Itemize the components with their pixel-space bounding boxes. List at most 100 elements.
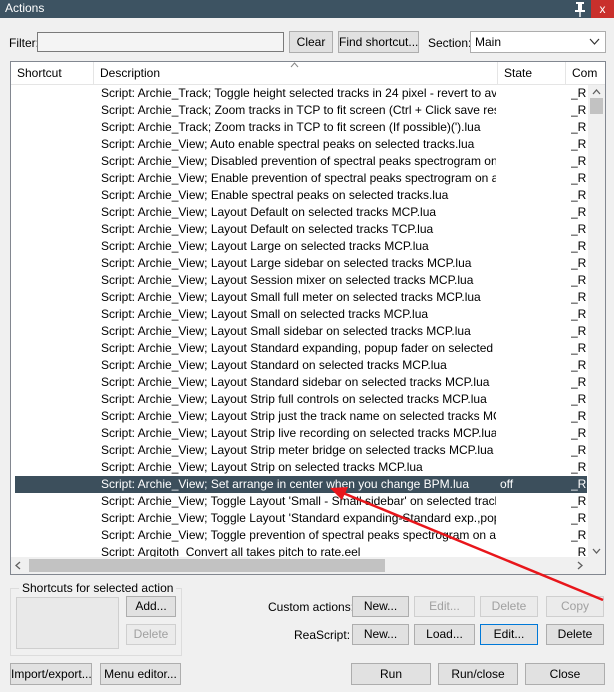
row-command-id: _RS [571,307,587,321]
table-row[interactable]: Script: Archie_View; Layout Strip on sel… [15,459,587,476]
table-row[interactable]: Script: Archie_View; Layout Standard on … [15,357,587,374]
custom-new-button[interactable]: New... [352,596,409,617]
table-row[interactable]: Script: Archie_View; Layout Strip full c… [15,391,587,408]
table-row[interactable]: Script: Archie_View; Layout Standard sid… [15,374,587,391]
row-description: Script: Archie_View; Auto enable spectra… [101,137,475,151]
reascript-delete-button[interactable]: Delete [546,624,604,645]
row-description: Script: Archie_View; Layout Strip meter … [101,443,494,457]
horizontal-scroll-thumb[interactable] [29,559,385,572]
pin-icon[interactable] [573,1,587,17]
row-state: off [500,477,514,491]
scroll-left-icon[interactable] [15,561,21,570]
action-rows: Script: Archie_Track; Toggle height sele… [15,85,587,561]
table-row[interactable]: Script: Archie_View; Layout Strip live r… [15,425,587,442]
row-description: Script: Archie_View; Enable spectral pea… [101,188,449,202]
table-row[interactable]: Script: Archie_View; Enable prevention o… [15,170,587,187]
table-row[interactable]: Script: Archie_View; Layout Small full m… [15,289,587,306]
row-command-id: _RS [571,409,587,423]
table-row[interactable]: Script: Archie_View; Auto enable spectra… [15,136,587,153]
table-row[interactable]: Script: Archie_View; Layout Large on sel… [15,238,587,255]
run-button[interactable]: Run [351,663,431,685]
table-row-selected[interactable]: Script: Archie_View; Set arrange in cent… [15,476,587,493]
vertical-scrollbar[interactable] [588,85,605,561]
list-header: Shortcut Description State Com [11,62,605,85]
row-command-id: _RS [571,256,587,270]
vertical-scroll-thumb[interactable] [590,98,603,114]
row-command-id: _RS [571,290,587,304]
table-row[interactable]: Script: Archie_Track; Zoom tracks in TCP… [15,102,587,119]
row-command-id: _RS [571,375,587,389]
table-row[interactable]: Script: Archie_View; Toggle Layout 'Stan… [15,510,587,527]
row-description: Script: Archie_View; Layout Session mixe… [101,273,474,287]
table-row[interactable]: Script: Archie_View; Toggle prevention o… [15,527,587,544]
actions-list[interactable]: Shortcut Description State Com Script: A… [10,61,606,575]
section-select[interactable]: Main [470,31,606,53]
find-shortcut-button[interactable]: Find shortcut... [338,31,419,53]
row-description: Script: Archie_View; Layout Large sideba… [101,256,472,270]
row-description: Script: Archie_View; Layout Strip full c… [101,392,487,406]
table-row[interactable]: Script: Archie_View; Toggle Layout 'Smal… [15,493,587,510]
shortcuts-listbox[interactable] [16,597,119,649]
row-description: Script: Archie_View; Layout Small on sel… [101,307,429,321]
row-description: Script: Archie_View; Layout Strip live r… [101,426,496,440]
row-description: Script: Archie_View; Toggle Layout 'Smal… [101,494,496,508]
column-header-shortcut[interactable]: Shortcut [11,62,94,84]
import-export-button[interactable]: Import/export... [10,663,92,685]
shortcuts-group-label: Shortcuts for selected action [19,581,177,595]
row-command-id: _RS [571,273,587,287]
table-row[interactable]: Script: Archie_View; Enable spectral pea… [15,187,587,204]
row-description: Script: Archie_View; Layout Default on s… [101,222,434,236]
close-window-button[interactable]: x [591,0,614,18]
table-row[interactable]: Script: Archie_View; Layout Default on s… [15,221,587,238]
scroll-right-icon[interactable] [577,561,583,570]
scroll-down-icon[interactable] [592,548,601,554]
menu-editor-button[interactable]: Menu editor... [100,663,181,685]
row-description: Script: Archie_View; Set arrange in cent… [101,477,469,491]
table-row[interactable]: Script: Archie_View; Layout Small on sel… [15,306,587,323]
row-description: Script: Archie_View; Layout Small full m… [101,290,481,304]
reascript-load-button[interactable]: Load... [414,624,475,645]
row-command-id: _RS [571,358,587,372]
sort-ascending-icon [290,62,299,68]
table-row[interactable]: Script: Archie_View; Layout Standard exp… [15,340,587,357]
row-command-id: _RS [571,477,587,491]
add-shortcut-button[interactable]: Add... [126,596,176,617]
row-command-id: _RS [571,511,587,525]
chevron-down-icon [589,38,600,45]
table-row[interactable]: Script: Archie_Track; Toggle height sele… [15,85,587,102]
section-value: Main [475,35,502,49]
custom-copy-button[interactable]: Copy [546,596,604,617]
filter-input[interactable] [37,32,284,52]
table-row[interactable]: Script: Archie_View; Layout Small sideba… [15,323,587,340]
row-command-id: _RS [571,137,587,151]
row-command-id: _RS [571,171,587,185]
run-close-button[interactable]: Run/close [438,663,518,685]
row-command-id: _RS [571,528,587,542]
row-description: Script: Archie_View; Disabled prevention… [101,154,496,168]
row-description: Script: Archie_View; Toggle prevention o… [101,528,496,542]
table-row[interactable]: Script: Archie_View; Layout Strip meter … [15,442,587,459]
column-header-command[interactable]: Com [566,62,605,84]
custom-edit-button[interactable]: Edit... [414,596,475,617]
table-row[interactable]: Script: Archie_Track; Zoom tracks in TCP… [15,119,587,136]
close-icon: x [599,2,606,16]
column-header-state[interactable]: State [498,62,566,84]
horizontal-scrollbar[interactable] [11,557,588,574]
table-row[interactable]: Script: Archie_View; Layout Default on s… [15,204,587,221]
table-row[interactable]: Script: Archie_View; Layout Strip just t… [15,408,587,425]
shortcuts-group: Shortcuts for selected action Add... Del… [10,581,182,656]
close-button[interactable]: Close [525,663,605,685]
custom-actions-label: Custom actions: [268,600,355,614]
reascript-edit-button[interactable]: Edit... [480,624,538,645]
reascript-new-button[interactable]: New... [352,624,409,645]
row-description: Script: Archie_View; Layout Large on sel… [101,239,429,253]
row-command-id: _RS [571,341,587,355]
delete-shortcut-button[interactable]: Delete [126,624,176,645]
table-row[interactable]: Script: Archie_View; Disabled prevention… [15,153,587,170]
table-row[interactable]: Script: Archie_View; Layout Session mixe… [15,272,587,289]
title-bar: Actions x [0,0,614,18]
table-row[interactable]: Script: Archie_View; Layout Large sideba… [15,255,587,272]
clear-button[interactable]: Clear [289,31,333,53]
scroll-up-icon[interactable] [592,89,601,95]
custom-delete-button[interactable]: Delete [480,596,538,617]
